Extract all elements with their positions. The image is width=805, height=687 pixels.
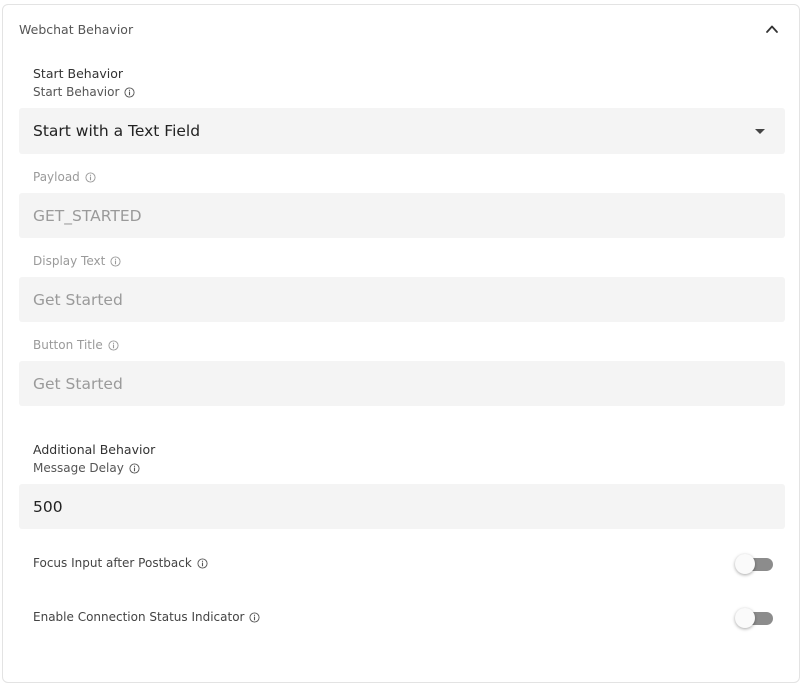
start-behavior-label: Start Behavior <box>33 85 135 99</box>
start-behavior-selected-value: Start with a Text Field <box>33 122 201 140</box>
payload-label: Payload <box>33 170 96 184</box>
display-text-label-text: Display Text <box>33 254 106 268</box>
info-icon[interactable] <box>129 462 140 474</box>
toggle-knob <box>735 608 755 628</box>
connection-status-label-text: Enable Connection Status Indicator <box>33 610 245 624</box>
start-behavior-label-text: Start Behavior <box>33 85 120 99</box>
connection-status-toggle[interactable] <box>735 608 773 628</box>
info-icon[interactable] <box>110 255 121 267</box>
payload-label-text: Payload <box>33 170 80 184</box>
message-delay-label-text: Message Delay <box>33 461 124 475</box>
payload-input[interactable]: GET_STARTED <box>19 193 785 238</box>
chevron-up-icon[interactable] <box>765 22 779 36</box>
toggle-knob <box>735 554 755 574</box>
info-icon[interactable] <box>197 557 208 569</box>
message-delay-value: 500 <box>33 497 63 516</box>
info-icon[interactable] <box>108 339 119 351</box>
panel-title[interactable]: Webchat Behavior <box>19 22 133 37</box>
focus-input-toggle[interactable] <box>735 554 773 574</box>
focus-input-label-text: Focus Input after Postback <box>33 556 192 570</box>
info-icon[interactable] <box>85 171 96 183</box>
start-behavior-select[interactable]: Start with a Text Field <box>19 108 785 154</box>
additional-behavior-section-title: Additional Behavior <box>33 442 156 457</box>
button-title-label-text: Button Title <box>33 338 103 352</box>
message-delay-input[interactable]: 500 <box>19 484 785 529</box>
connection-status-label: Enable Connection Status Indicator <box>33 610 261 624</box>
payload-value: GET_STARTED <box>33 206 142 225</box>
message-delay-label: Message Delay <box>33 461 140 475</box>
button-title-label: Button Title <box>33 338 119 352</box>
start-behavior-section-title: Start Behavior <box>33 66 124 81</box>
caret-down-icon <box>755 129 765 134</box>
display-text-label: Display Text <box>33 254 121 268</box>
webchat-behavior-panel: Webchat Behavior Start Behavior Start Be… <box>2 4 800 683</box>
focus-input-label: Focus Input after Postback <box>33 556 208 570</box>
button-title-input[interactable]: Get Started <box>19 361 785 406</box>
info-icon[interactable] <box>124 86 135 98</box>
display-text-input[interactable]: Get Started <box>19 277 785 322</box>
info-icon[interactable] <box>249 611 261 623</box>
button-title-value: Get Started <box>33 374 123 393</box>
display-text-value: Get Started <box>33 290 123 309</box>
